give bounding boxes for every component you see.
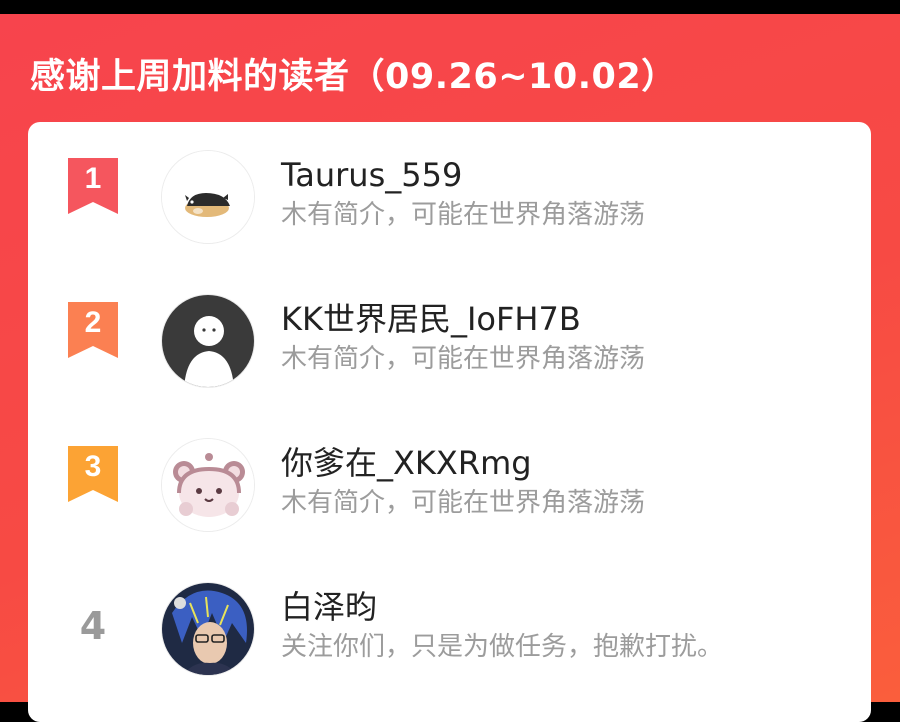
ribbon-icon: 3 (68, 446, 118, 502)
reader-name: Taurus_559 (281, 156, 463, 194)
reader-bio: 木有简介，可能在世界角落游荡 (281, 488, 646, 518)
rank-ribbon-badge: 1 (68, 158, 118, 214)
reader-thanks-page: 感谢上周加料的读者（09.26~10.02） 1 Taurus_559 木有简介… (0, 14, 900, 722)
ribbon-icon: 1 (68, 158, 118, 214)
page-title: 感谢上周加料的读者（09.26~10.02） (30, 57, 677, 97)
reader-name: KK世界居民_IoFH7B (281, 300, 581, 338)
avatar[interactable] (161, 294, 255, 388)
anime-character-avatar-icon (162, 583, 254, 675)
list-item[interactable]: 2 KK世界居民_IoFH7B 木有简介，可能在世界角落游荡 (28, 266, 871, 388)
default-person-avatar-icon (162, 295, 254, 387)
rank-number: 3 (85, 450, 102, 483)
avatar[interactable] (161, 438, 255, 532)
reader-bio: 关注你们，只是为做任务，抱歉打扰。 (281, 632, 724, 662)
list-item[interactable]: 4 白泽昀 关注你们，只是为做任务，抱歉打扰。 (28, 554, 871, 676)
rank-number: 4 (79, 604, 107, 648)
list-item[interactable]: 1 Taurus_559 木有简介，可能在世界角落游荡 (28, 122, 871, 244)
rank-ribbon-badge: 2 (68, 302, 118, 358)
avatar[interactable] (161, 582, 255, 676)
ribbon-icon: 2 (68, 302, 118, 358)
rank-number: 2 (85, 306, 102, 339)
reader-name: 白泽昀 (281, 588, 378, 626)
avatar[interactable] (161, 150, 255, 244)
reader-bio: 木有简介，可能在世界角落游荡 (281, 344, 646, 374)
reader-ranking-list: 1 Taurus_559 木有简介，可能在世界角落游荡 2 KK世界居民_IoF… (28, 122, 871, 722)
rank-ribbon-badge: 3 (68, 446, 118, 502)
reader-bio: 木有简介，可能在世界角落游荡 (281, 200, 646, 230)
list-item[interactable]: 3 你爹在_XKXRmg 木有简介，可能在世界角落游荡 (28, 410, 871, 532)
rank-number: 1 (85, 162, 102, 195)
bear-avatar-icon (162, 439, 254, 531)
reader-name: 你爹在_XKXRmg (281, 444, 532, 482)
hamster-avatar-icon (162, 151, 254, 243)
